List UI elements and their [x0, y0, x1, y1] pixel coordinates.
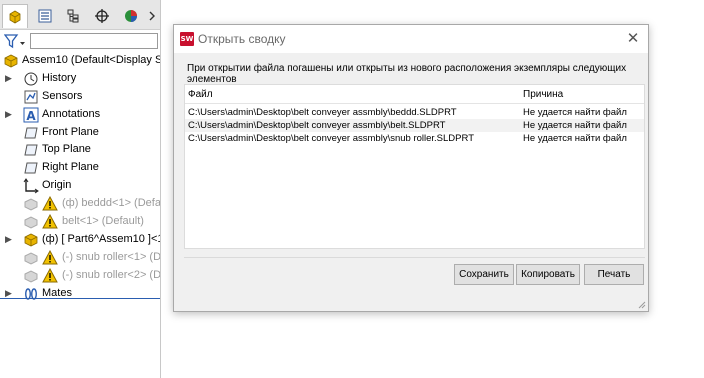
expand-arrow-icon[interactable]: ▶	[5, 106, 13, 124]
origin-icon	[23, 178, 39, 194]
file-reason: Не удается найти файл	[523, 133, 627, 144]
tree-bottom-separator	[0, 298, 160, 299]
expand-arrow-icon[interactable]: ▶	[5, 70, 13, 88]
tree-root-label: Assem10 (Default<Display Stat	[22, 54, 161, 66]
tree-item-top-plane[interactable]: Top Plane	[0, 141, 160, 159]
warning-icon	[42, 249, 58, 266]
display-manager-icon	[125, 10, 137, 22]
part-icon	[23, 268, 39, 284]
plane-icon	[23, 142, 39, 158]
filter-input[interactable]	[30, 33, 158, 49]
more-tabs-button[interactable]	[145, 4, 159, 28]
feature-manager-tab[interactable]	[2, 4, 28, 28]
property-manager-icon	[38, 9, 52, 23]
panel-tabstrip	[0, 0, 160, 30]
tree-item-origin[interactable]: Origin	[0, 177, 160, 195]
tree-item-mates[interactable]: ▶ Mates	[0, 285, 160, 303]
tree-item-label: (ф) [ Part6^Assem10 ]<1>	[42, 232, 161, 245]
property-manager-tab[interactable]	[32, 4, 58, 28]
tree-item-right-plane[interactable]: Right Plane	[0, 159, 160, 177]
file-path: C:\Users\admin\Desktop\belt conveyer ass…	[188, 120, 446, 131]
more-tabs-icon	[149, 11, 155, 21]
sensors-icon	[23, 89, 39, 105]
tree-item-label: Right Plane	[42, 161, 99, 174]
tree-item-label: Front Plane	[42, 125, 99, 138]
dialog-titlebar[interactable]: SW Открыть сводку ✕	[174, 25, 648, 53]
close-button[interactable]: ✕	[624, 29, 642, 47]
tree-item-label: Top Plane	[42, 143, 91, 156]
save-button[interactable]: Сохранить	[454, 264, 514, 285]
svg-text:A: A	[26, 109, 36, 123]
tree-item-front-plane[interactable]: Front Plane	[0, 124, 160, 142]
tree-item-annotations[interactable]: ▶ A Annotations	[0, 106, 160, 124]
display-manager-tab[interactable]	[118, 4, 144, 28]
tree-item-snub-roller-2[interactable]: (-) snub roller<2> (Def	[0, 267, 161, 285]
part-icon	[23, 196, 39, 212]
file-list-header: Файл Причина	[185, 85, 644, 104]
dimxpert-icon	[95, 9, 109, 23]
file-path: C:\Users\admin\Desktop\belt conveyer ass…	[188, 107, 457, 118]
subassembly-icon	[23, 232, 39, 248]
file-row[interactable]: C:\Users\admin\Desktop\belt conveyer ass…	[185, 132, 644, 145]
plane-icon	[23, 160, 39, 176]
plane-icon	[23, 125, 39, 141]
tree-item-label: (-) snub roller<1> (Def	[62, 250, 161, 263]
part-icon	[23, 214, 39, 230]
tree-item-beddd[interactable]: (ф) beddd<1> (Default	[0, 195, 161, 213]
tree-item-label: (ф) beddd<1> (Default	[62, 197, 161, 210]
tree-item-label: History	[42, 71, 77, 84]
tree-item-part6[interactable]: ▶ (ф) [ Part6^Assem10 ]<1>	[0, 231, 161, 249]
warning-icon	[42, 196, 58, 212]
tree-item-snub-roller-1[interactable]: (-) snub roller<1> (Def	[0, 249, 161, 267]
solidworks-app-icon: SW	[180, 32, 194, 46]
file-row[interactable]: C:\Users\admin\Desktop\belt conveyer ass…	[185, 119, 644, 132]
column-header-file[interactable]: Файл	[188, 89, 213, 100]
configuration-manager-icon	[67, 9, 79, 23]
feature-manager-panel: Assem10 (Default<Display Stat ▶ History …	[0, 0, 161, 378]
close-icon: ✕	[626, 29, 640, 47]
tree-item-label: Annotations	[42, 107, 101, 120]
tree-item-label: Sensors	[42, 89, 83, 102]
copy-button[interactable]: Копировать	[516, 264, 580, 285]
configuration-manager-tab[interactable]	[60, 4, 86, 28]
annotations-icon: A	[23, 107, 39, 123]
warning-icon	[42, 267, 58, 284]
mates-icon	[23, 286, 39, 302]
history-icon	[23, 71, 39, 87]
tree-item-label: Mates	[42, 286, 72, 299]
file-list[interactable]: Файл Причина C:\Users\admin\Desktop\belt…	[184, 84, 645, 249]
filter-row	[0, 31, 160, 51]
filter-button[interactable]	[3, 33, 26, 49]
feature-manager-icon	[9, 10, 21, 23]
file-path: C:\Users\admin\Desktop\belt conveyer ass…	[188, 133, 474, 144]
file-reason: Не удается найти файл	[523, 107, 627, 118]
tree-item-label: (-) snub roller<2> (Def	[62, 268, 161, 281]
dialog-title: Открыть сводку	[198, 32, 286, 46]
tree-item-label: belt<1> (Default)	[62, 215, 144, 228]
expand-arrow-icon[interactable]: ▶	[5, 231, 13, 249]
tree-item-history[interactable]: ▶ History	[0, 70, 160, 88]
tree-item-label: Origin	[42, 179, 72, 192]
tree-item-sensors[interactable]: Sensors	[0, 88, 160, 106]
tree-root-assembly[interactable]: Assem10 (Default<Display Stat	[0, 52, 161, 70]
warning-icon	[42, 213, 58, 230]
print-button[interactable]: Печать	[584, 264, 644, 285]
expand-arrow-icon[interactable]: ▶	[5, 285, 13, 303]
feature-tree: Assem10 (Default<Display Stat ▶ History …	[0, 52, 161, 303]
file-row[interactable]: C:\Users\admin\Desktop\belt conveyer ass…	[185, 106, 644, 119]
dimxpert-tab[interactable]	[89, 4, 115, 28]
open-summary-dialog: SW Открыть сводку ✕ При открытии файла п…	[173, 24, 649, 312]
file-reason: Не удается найти файл	[523, 120, 627, 131]
resize-grip-icon[interactable]	[636, 299, 646, 309]
filter-icon	[3, 34, 25, 49]
tree-item-belt[interactable]: belt<1> (Default)	[0, 213, 160, 231]
column-header-reason[interactable]: Причина	[523, 89, 563, 100]
dialog-message: При открытии файла погашены или открыты …	[187, 63, 627, 85]
assembly-icon	[3, 53, 19, 69]
part-icon	[23, 250, 39, 266]
